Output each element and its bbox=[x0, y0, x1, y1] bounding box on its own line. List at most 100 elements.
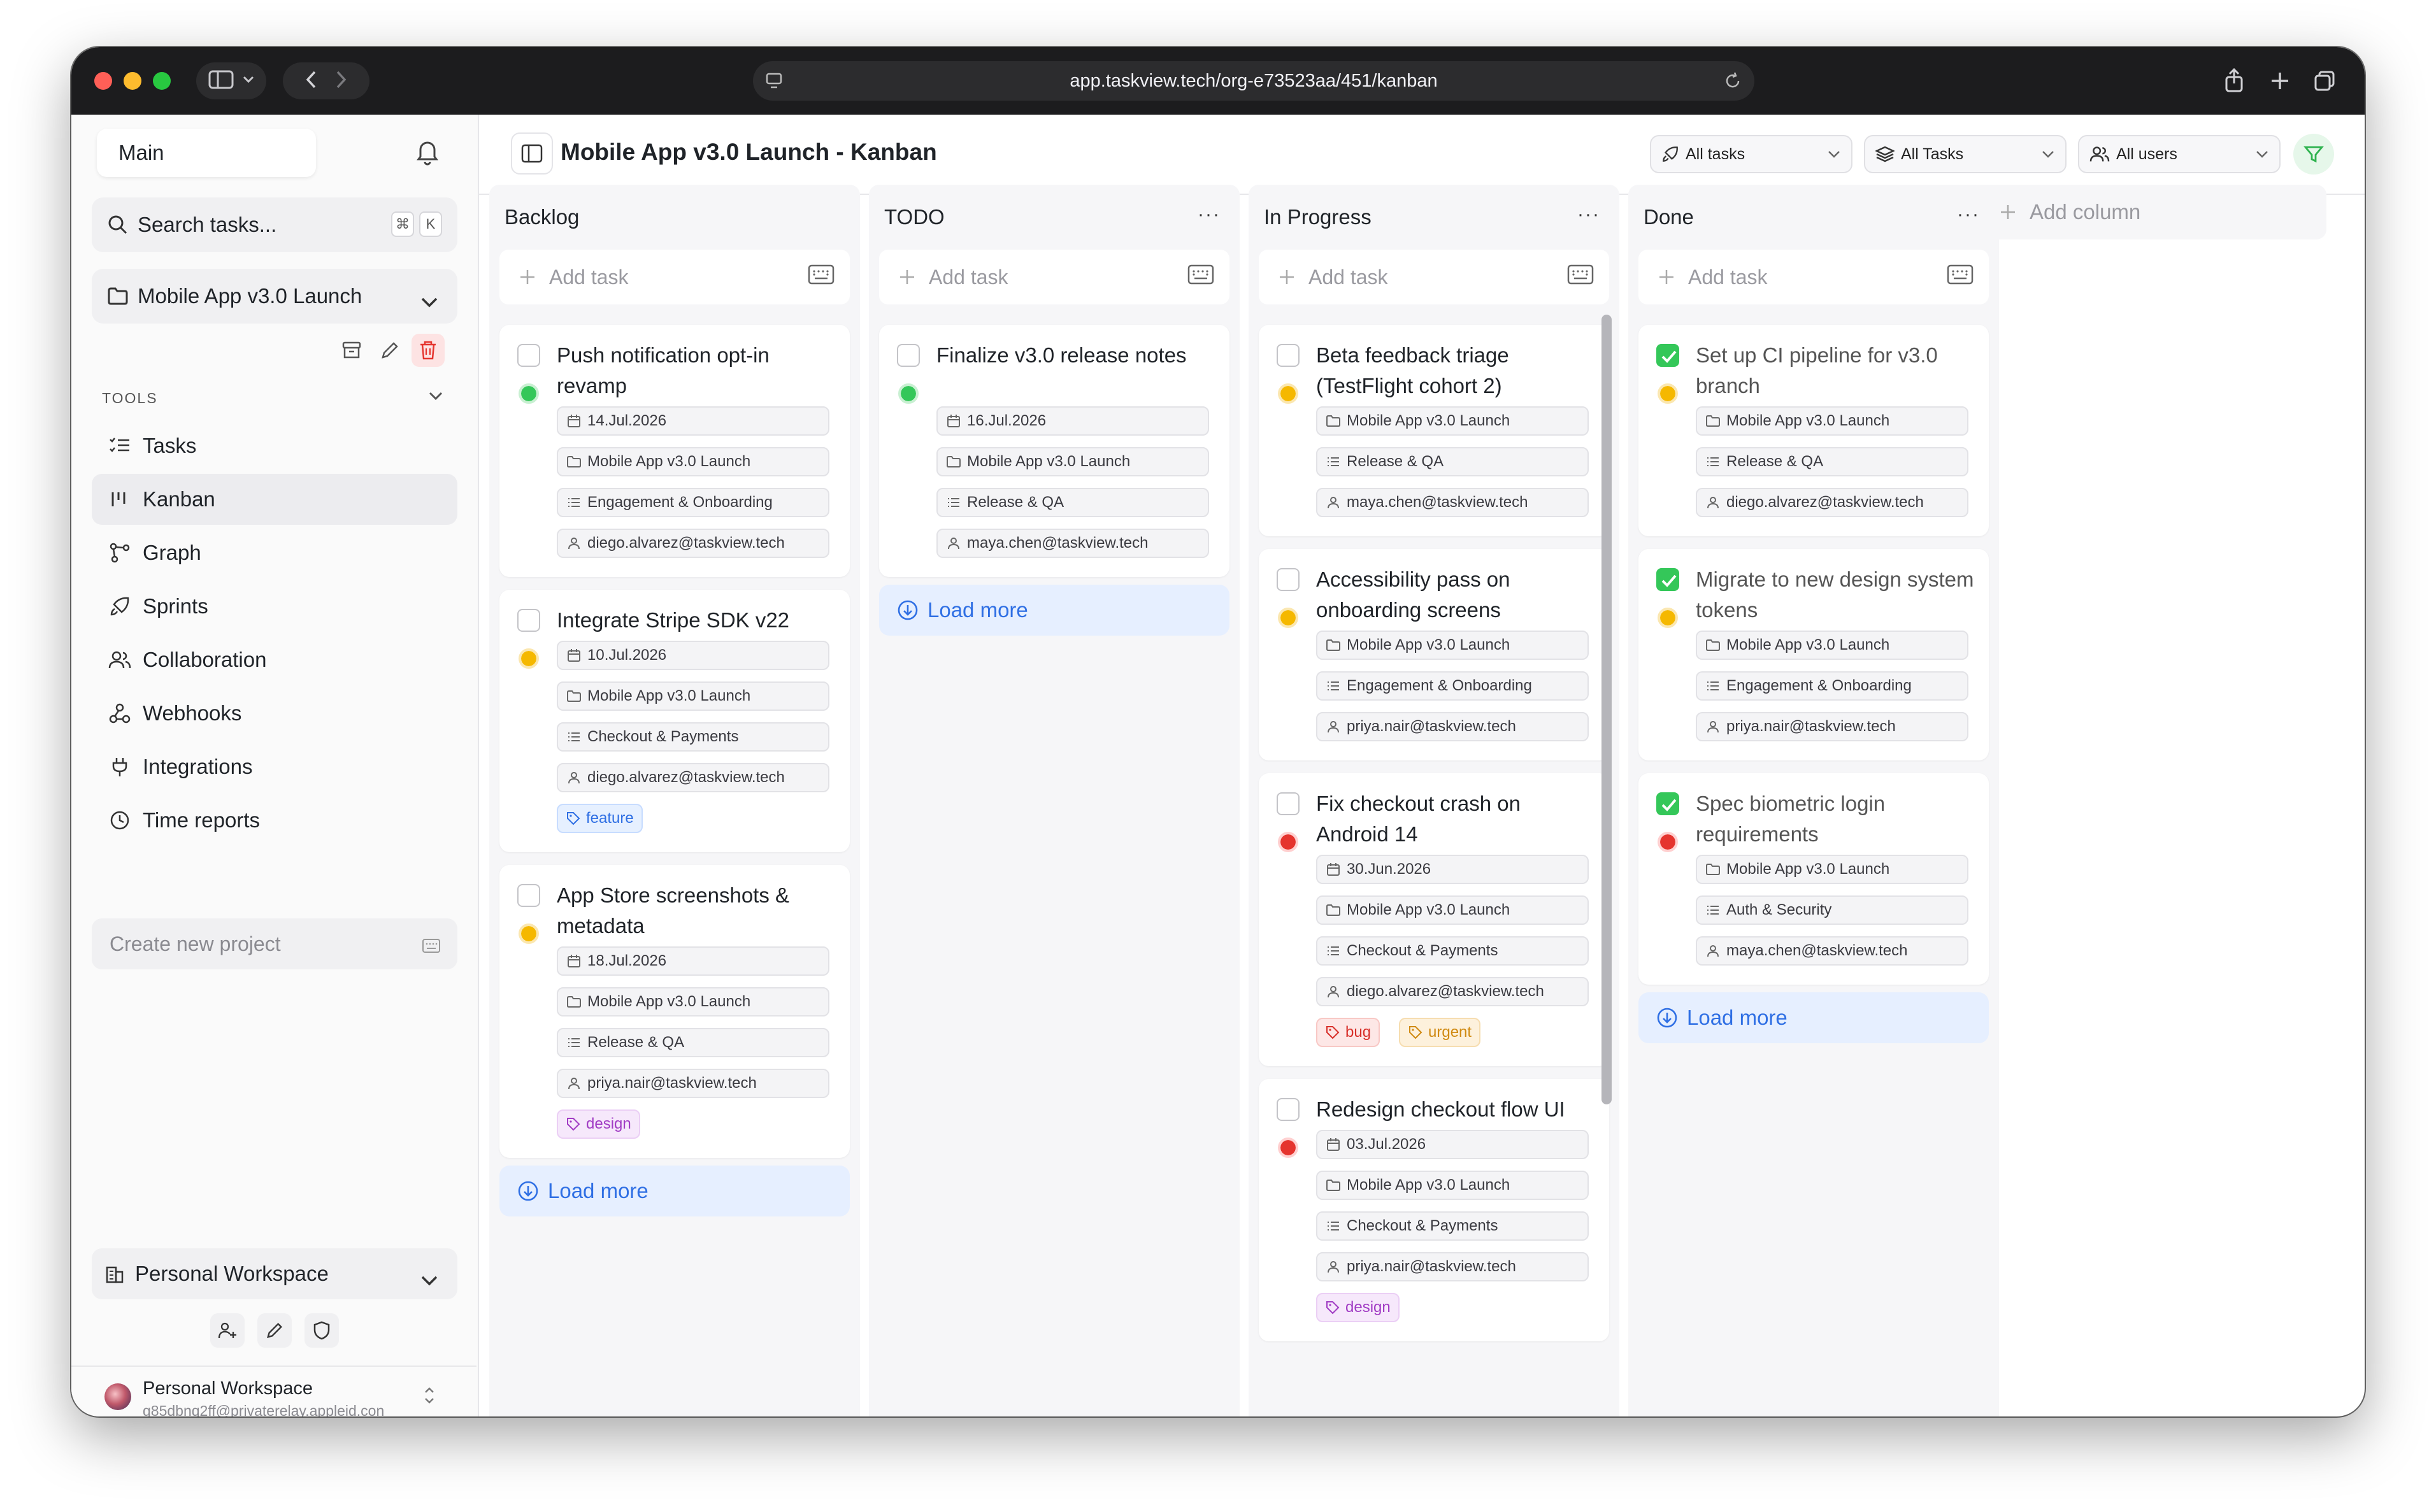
task-list-pill[interactable]: Release & QA bbox=[557, 1028, 829, 1057]
task-list-pill[interactable]: Engagement & Onboarding bbox=[1316, 671, 1589, 701]
task-list-pill[interactable]: Engagement & Onboarding bbox=[557, 488, 829, 517]
account-switcher[interactable]: Personal Workspace g85dbnq2ff@privaterel… bbox=[71, 1366, 476, 1416]
share-icon[interactable] bbox=[2219, 66, 2249, 96]
bell-icon[interactable] bbox=[414, 138, 441, 169]
keyboard-icon[interactable] bbox=[808, 264, 835, 290]
task-checkbox[interactable] bbox=[517, 609, 540, 632]
sidebar-item-kanban[interactable]: Kanban bbox=[92, 474, 457, 525]
project-select[interactable]: Mobile App v3.0 Launch bbox=[92, 269, 457, 324]
project-pill[interactable]: Mobile App v3.0 Launch bbox=[1316, 631, 1589, 660]
forward-icon[interactable] bbox=[336, 70, 347, 92]
task-checkbox[interactable] bbox=[517, 344, 540, 367]
tab-overview-icon[interactable] bbox=[2310, 66, 2339, 96]
assignee-pill[interactable]: priya.nair@taskview.tech bbox=[1316, 1252, 1589, 1281]
workspace-security-button[interactable] bbox=[304, 1313, 339, 1348]
assignee-pill[interactable]: maya.chen@taskview.tech bbox=[1316, 488, 1589, 517]
address-bar[interactable]: app.taskview.tech/org-e73523aa/451/kanba… bbox=[753, 61, 1754, 101]
task-checkbox[interactable] bbox=[1656, 568, 1679, 591]
sidebar-item-time-reports[interactable]: Time reports bbox=[92, 795, 457, 846]
sidebar-item-integrations[interactable]: Integrations bbox=[92, 741, 457, 792]
due-date-pill[interactable]: 16.Jul.2026 bbox=[936, 406, 1209, 436]
search-tasks-field[interactable]: Search tasks... ⌘ K bbox=[92, 197, 457, 252]
project-pill[interactable]: Mobile App v3.0 Launch bbox=[936, 447, 1209, 476]
task-list-pill[interactable]: Release & QA bbox=[1696, 447, 1968, 476]
add-task-input[interactable]: Add task bbox=[879, 250, 1229, 304]
back-icon[interactable] bbox=[305, 70, 317, 92]
load-more-button[interactable]: Load more bbox=[499, 1166, 850, 1216]
new-tab-icon[interactable] bbox=[2265, 66, 2295, 96]
task-list-pill[interactable]: Checkout & Payments bbox=[1316, 1211, 1589, 1241]
task-checkbox[interactable] bbox=[1277, 344, 1300, 367]
close-window-button[interactable] bbox=[94, 72, 112, 90]
task-type-filter[interactable]: All tasks bbox=[1650, 135, 1852, 173]
column-scrollbar[interactable] bbox=[1601, 315, 1612, 1104]
add-member-button[interactable] bbox=[210, 1313, 245, 1348]
tools-collapse-icon[interactable] bbox=[428, 391, 443, 404]
zoom-window-button[interactable] bbox=[153, 72, 171, 90]
sidebar-toggle-button[interactable] bbox=[196, 62, 266, 99]
due-date-pill[interactable]: 10.Jul.2026 bbox=[557, 641, 829, 670]
assignee-pill[interactable]: diego.alvarez@taskview.tech bbox=[557, 763, 829, 792]
task-card[interactable]: Spec biometric login requirements Mobile … bbox=[1638, 773, 1989, 985]
sidebar-item-graph[interactable]: Graph bbox=[92, 527, 457, 578]
task-card[interactable]: Fix checkout crash on Android 14 30.Jun.2… bbox=[1259, 773, 1609, 1066]
minimize-window-button[interactable] bbox=[124, 72, 141, 90]
tag-urgent[interactable]: urgent bbox=[1399, 1018, 1481, 1047]
assignee-pill[interactable]: priya.nair@taskview.tech bbox=[1316, 712, 1589, 741]
column-menu-icon[interactable]: ··· bbox=[1577, 204, 1600, 225]
delete-project-button[interactable] bbox=[412, 334, 445, 367]
assignee-pill[interactable]: diego.alvarez@taskview.tech bbox=[1696, 488, 1968, 517]
project-pill[interactable]: Mobile App v3.0 Launch bbox=[1696, 855, 1968, 884]
task-card[interactable]: Set up CI pipeline for v3.0 branch Mobile… bbox=[1638, 325, 1989, 536]
task-card[interactable]: Migrate to new design system tokens Mobil… bbox=[1638, 549, 1989, 760]
task-checkbox[interactable] bbox=[1656, 792, 1679, 815]
workspace-select[interactable]: Main bbox=[97, 129, 316, 177]
due-date-pill[interactable]: 03.Jul.2026 bbox=[1316, 1130, 1589, 1159]
project-pill[interactable]: Mobile App v3.0 Launch bbox=[1316, 895, 1589, 925]
task-card[interactable]: Redesign checkout flow UI 03.Jul.2026 Mobi… bbox=[1259, 1079, 1609, 1341]
tag-feature[interactable]: feature bbox=[557, 804, 643, 833]
task-card[interactable]: Integrate Stripe SDK v22 10.Jul.2026 Mobil… bbox=[499, 590, 850, 852]
assignee-pill[interactable]: priya.nair@taskview.tech bbox=[557, 1069, 829, 1098]
assignee-pill[interactable]: maya.chen@taskview.tech bbox=[1696, 936, 1968, 966]
project-pill[interactable]: Mobile App v3.0 Launch bbox=[1696, 631, 1968, 660]
tag-bug[interactable]: bug bbox=[1316, 1018, 1380, 1047]
task-card[interactable]: Push notification opt-in revamp 14.Jul.20… bbox=[499, 325, 850, 577]
project-pill[interactable]: Mobile App v3.0 Launch bbox=[557, 681, 829, 711]
column-menu-icon[interactable]: ··· bbox=[1957, 204, 1980, 225]
due-date-pill[interactable]: 18.Jul.2026 bbox=[557, 946, 829, 976]
assignee-pill[interactable]: priya.nair@taskview.tech bbox=[1696, 712, 1968, 741]
reload-icon[interactable] bbox=[1723, 71, 1743, 96]
sidebar-item-sprints[interactable]: Sprints bbox=[92, 581, 457, 632]
keyboard-icon[interactable] bbox=[1187, 264, 1214, 290]
task-card[interactable]: Finalize v3.0 release notes 16.Jul.2026 Mo… bbox=[879, 325, 1229, 577]
task-checkbox[interactable] bbox=[1656, 344, 1679, 367]
panel-toggle-button[interactable] bbox=[511, 132, 553, 175]
archive-project-button[interactable] bbox=[335, 334, 368, 367]
filter-button[interactable] bbox=[2293, 134, 2334, 175]
sidebar-item-tasks[interactable]: Tasks bbox=[92, 420, 457, 471]
edit-project-button[interactable] bbox=[373, 334, 406, 367]
project-pill[interactable]: Mobile App v3.0 Launch bbox=[1316, 1171, 1589, 1200]
task-checkbox[interactable] bbox=[517, 884, 540, 907]
project-pill[interactable]: Mobile App v3.0 Launch bbox=[557, 447, 829, 476]
task-checkbox[interactable] bbox=[897, 344, 920, 367]
column-menu-icon[interactable]: ··· bbox=[1198, 204, 1221, 225]
task-checkbox[interactable] bbox=[1277, 792, 1300, 815]
keyboard-icon[interactable] bbox=[1567, 264, 1594, 290]
task-list-pill[interactable]: Engagement & Onboarding bbox=[1696, 671, 1968, 701]
keyboard-icon[interactable] bbox=[1947, 264, 1974, 290]
project-pill[interactable]: Mobile App v3.0 Launch bbox=[557, 987, 829, 1016]
assignee-pill[interactable]: diego.alvarez@taskview.tech bbox=[557, 529, 829, 558]
task-list-pill[interactable]: Release & QA bbox=[1316, 447, 1589, 476]
task-card[interactable]: App Store screenshots & metadata 18.Jul.2… bbox=[499, 865, 850, 1158]
site-settings-icon[interactable] bbox=[764, 71, 784, 96]
due-date-pill[interactable]: 14.Jul.2026 bbox=[557, 406, 829, 436]
load-more-button[interactable]: Load more bbox=[1638, 992, 1989, 1043]
project-pill[interactable]: Mobile App v3.0 Launch bbox=[1696, 406, 1968, 436]
task-list-pill[interactable]: Checkout & Payments bbox=[557, 722, 829, 752]
personal-workspace-select[interactable]: Personal Workspace bbox=[92, 1248, 457, 1299]
task-card[interactable]: Beta feedback triage (TestFlight cohort … bbox=[1259, 325, 1609, 536]
sidebar-item-collaboration[interactable]: Collaboration bbox=[92, 634, 457, 685]
task-checkbox[interactable] bbox=[1277, 568, 1300, 591]
